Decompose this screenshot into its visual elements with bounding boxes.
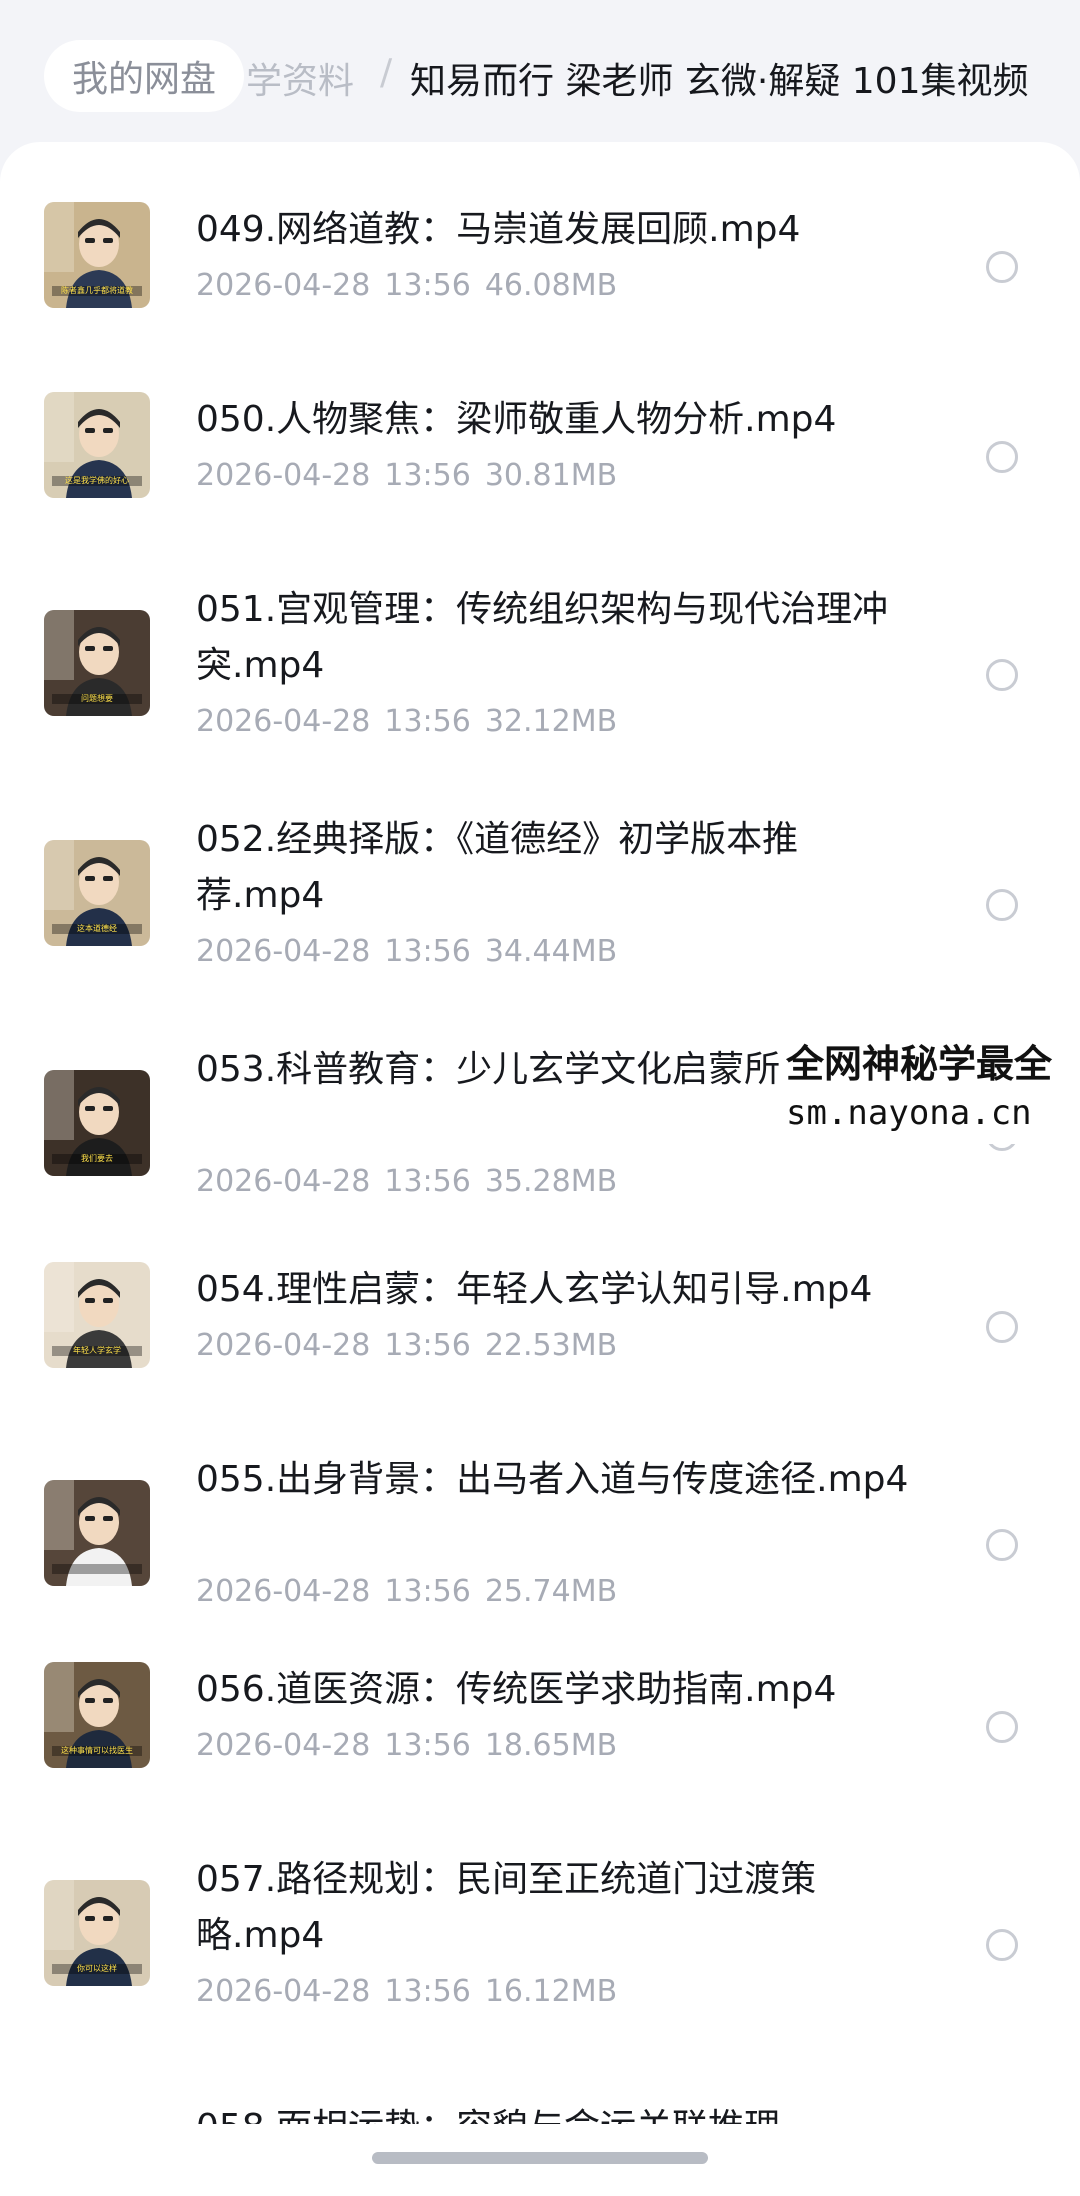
thumbnail-caption: 问题想要 — [81, 694, 113, 703]
home-indicator[interactable] — [372, 2152, 708, 2164]
file-date: 2026-04-28 — [196, 1728, 371, 1763]
file-name: 049.网络道教：马崇道发展回顾.mp4 — [196, 209, 801, 250]
file-time: 13:56 — [384, 1974, 471, 2009]
file-time: 13:56 — [384, 268, 471, 303]
breadcrumb-separator: / — [380, 52, 393, 93]
file-date: 2026-04-28 — [196, 1574, 371, 1609]
file-size: 32.12MB — [484, 704, 618, 739]
file-date: 2026-04-28 — [196, 268, 371, 303]
file-name: 051.宫观管理：传统组织架构与现代治理冲突.mp4 — [196, 589, 889, 686]
file-time: 13:56 — [384, 1728, 471, 1763]
video-thumbnail[interactable]: 这是我学佛的好心 — [44, 392, 150, 498]
file-list-item[interactable]: 问题想要 051.宫观管理：传统组织架构与现代治理冲突.mp4 2026-04-28… — [0, 582, 1080, 756]
video-thumbnail[interactable]: 年轻人学玄学 — [44, 1262, 150, 1368]
breadcrumb-current-folder: 知易而行 梁老师 玄微·解疑 101集视频 — [410, 61, 1029, 102]
file-time: 13:56 — [384, 934, 471, 969]
file-time: 13:56 — [384, 1164, 471, 1199]
file-name: 055.出身背景：出马者入道与传度途径.mp4 — [196, 1459, 909, 1500]
file-size: 25.74MB — [484, 1574, 618, 1609]
file-meta: 2026-04-28 13:56 34.44MB — [196, 934, 631, 969]
file-meta: 2026-04-28 13:56 35.28MB — [196, 1164, 631, 1199]
video-thumbnail[interactable]: 我们要去 — [44, 1070, 150, 1176]
thumbnail-caption: 陈者鑫几乎都将道教 — [61, 286, 133, 295]
video-thumbnail[interactable]: 陈者鑫几乎都将道教 — [44, 202, 150, 308]
file-time: 13:56 — [384, 458, 471, 493]
file-meta: 2026-04-28 13:56 22.53MB — [196, 1328, 631, 1363]
breadcrumb-home[interactable]: 我的网盘 — [44, 40, 245, 112]
file-size: 35.28MB — [484, 1164, 618, 1199]
radio-unchecked-icon[interactable] — [986, 1711, 1018, 1743]
file-list: 陈者鑫几乎都将道教 049.网络道教：马崇道发展回顾.mp4 2026-04-28 1… — [0, 142, 1080, 2196]
watermark-overlay: 全网神秘学最全 sm.nayona.cn — [780, 1034, 1080, 1144]
file-date: 2026-04-28 — [196, 934, 371, 969]
radio-unchecked-icon[interactable] — [986, 1929, 1018, 1961]
file-name: 054.理性启蒙：年轻人玄学认知引导.mp4 — [196, 1269, 873, 1310]
file-name: 056.道医资源：传统医学求助指南.mp4 — [196, 1669, 837, 1710]
file-list-item[interactable]: 055.出身背景：出马者入道与传度途径.mp4 2026-04-28 13:56 25… — [0, 1452, 1080, 1626]
file-list-item[interactable]: 陈者鑫几乎都将道教 049.网络道教：马崇道发展回顾.mp4 2026-04-28 1… — [0, 202, 1080, 320]
breadcrumb-bar: 我的网盘 学资料 / 知易而行 梁老师 玄微·解疑 101集视频 — [0, 0, 1080, 150]
file-meta: 2026-04-28 13:56 18.65MB — [196, 1728, 631, 1763]
file-size: 34.44MB — [484, 934, 618, 969]
thumbnail-caption: 这是我学佛的好心 — [65, 476, 129, 485]
file-time: 13:56 — [384, 704, 471, 739]
file-list-item[interactable]: 你可以这样 057.路径规划：民间至正统道门过渡策略.mp4 2026-04-28 1… — [0, 1852, 1080, 2026]
radio-unchecked-icon[interactable] — [986, 251, 1018, 283]
radio-unchecked-icon[interactable] — [986, 441, 1018, 473]
radio-unchecked-icon[interactable] — [986, 1311, 1018, 1343]
radio-unchecked-icon[interactable] — [986, 1529, 1018, 1561]
video-thumbnail[interactable]: 这种事情可以找医生 — [44, 1662, 150, 1768]
video-thumbnail[interactable]: 你可以这样 — [44, 1880, 150, 1986]
thumbnail-caption: 这本道德经 — [77, 924, 117, 933]
file-name: 057.路径规划：民间至正统道门过渡策略.mp4 — [196, 1859, 817, 1956]
file-size: 22.53MB — [484, 1328, 618, 1363]
partial-list-item-title: 058.面相运势：容貌与命运关联推理 — [196, 2100, 780, 2124]
file-meta: 2026-04-28 13:56 30.81MB — [196, 458, 631, 493]
thumbnail-caption: 你可以这样 — [77, 1964, 117, 1973]
file-list-item[interactable]: 这是我学佛的好心 050.人物聚焦：梁师敬重人物分析.mp4 2026-04-28 1… — [0, 392, 1080, 510]
video-thumbnail[interactable]: 这本道德经 — [44, 840, 150, 946]
radio-unchecked-icon[interactable] — [986, 889, 1018, 921]
file-meta: 2026-04-28 13:56 16.12MB — [196, 1974, 631, 2009]
file-list-item[interactable]: 这种事情可以找医生 056.道医资源：传统医学求助指南.mp4 2026-04-28… — [0, 1662, 1080, 1780]
file-date: 2026-04-28 — [196, 1328, 371, 1363]
file-date: 2026-04-28 — [196, 458, 371, 493]
file-date: 2026-04-28 — [196, 1974, 371, 2009]
file-date: 2026-04-28 — [196, 1164, 371, 1199]
file-name: 050.人物聚焦：梁师敬重人物分析.mp4 — [196, 399, 837, 440]
file-size: 16.12MB — [484, 1974, 618, 2009]
file-time: 13:56 — [384, 1328, 471, 1363]
thumbnail-caption: 这种事情可以找医生 — [61, 1746, 133, 1755]
file-list-item[interactable]: 这本道德经 052.经典择版：《道德经》初学版本推荐.mp4 2026-04-28 1… — [0, 812, 1080, 986]
video-thumbnail[interactable]: 问题想要 — [44, 610, 150, 716]
file-date: 2026-04-28 — [196, 704, 371, 739]
file-meta: 2026-04-28 13:56 25.74MB — [196, 1574, 631, 1609]
thumbnail-caption: 年轻人学玄学 — [73, 1346, 121, 1355]
watermark-text: 全网神秘学最全 — [786, 1042, 1053, 1086]
file-time: 13:56 — [384, 1574, 471, 1609]
file-meta: 2026-04-28 13:56 46.08MB — [196, 268, 631, 303]
file-name: 052.经典择版：《道德经》初学版本推荐.mp4 — [196, 819, 799, 916]
thumbnail-caption: 我们要去 — [81, 1154, 113, 1163]
file-meta: 2026-04-28 13:56 32.12MB — [196, 704, 631, 739]
file-size: 18.65MB — [484, 1728, 618, 1763]
radio-unchecked-icon[interactable] — [986, 659, 1018, 691]
file-size: 46.08MB — [484, 268, 618, 303]
breadcrumb-parent[interactable]: 学资料 — [246, 52, 354, 104]
file-size: 30.81MB — [484, 458, 618, 493]
video-thumbnail[interactable] — [44, 1480, 150, 1586]
watermark-url: sm.nayona.cn — [786, 1093, 1032, 1133]
file-list-item[interactable]: 年轻人学玄学 054.理性启蒙：年轻人玄学认知引导.mp4 2026-04-28 13… — [0, 1262, 1080, 1380]
